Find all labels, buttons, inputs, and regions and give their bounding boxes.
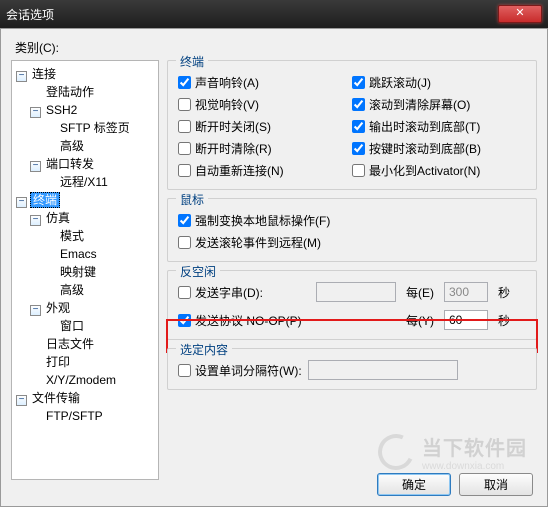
tree-toggle-icon[interactable]: − (30, 161, 41, 172)
checkbox-send-string[interactable]: 发送字串(D): (178, 281, 310, 303)
group-terminal-legend: 终端 (176, 53, 208, 70)
cancel-button[interactable]: 取消 (459, 473, 533, 496)
checkbox-clear-on-disconnect[interactable]: 断开时清除(R) (178, 137, 352, 159)
checkbox-sound-bell[interactable]: 声音响铃(A) (178, 71, 352, 93)
tree-node-file-transfer[interactable]: 文件传输 (30, 391, 82, 405)
tree-node-emacs[interactable]: Emacs (58, 247, 99, 261)
tree-toggle-icon[interactable]: − (30, 305, 41, 316)
window-title: 会话选项 (6, 6, 54, 23)
checkbox-auto-reconnect[interactable]: 自动重新连接(N) (178, 159, 352, 181)
tree-node-emulation[interactable]: 仿真 (44, 211, 72, 225)
group-mouse: 鼠标 强制变换本地鼠标操作(F) 发送滚轮事件到远程(M) (167, 198, 537, 262)
tree-node-ssh2[interactable]: SSH2 (44, 103, 79, 117)
label-every-e: 每(E) (406, 284, 434, 301)
group-selection: 选定内容 设置单词分隔符(W): (167, 348, 537, 390)
tree-node-keymap[interactable]: 映射键 (58, 265, 98, 279)
group-selection-legend: 选定内容 (176, 341, 232, 358)
tree-node-appearance[interactable]: 外观 (44, 301, 72, 315)
word-delim-input[interactable] (308, 360, 458, 380)
label-every-y: 每(Y) (406, 312, 434, 329)
group-anti-idle: 反空闲 发送字串(D): 每(E) 秒 发送协议 NO-OP(P) 每(Y) 秒 (167, 270, 537, 340)
checkbox-scroll-bottom-output[interactable]: 输出时滚动到底部(T) (352, 115, 526, 137)
close-icon: ✕ (515, 7, 524, 19)
tree-node-advanced[interactable]: 高级 (58, 283, 86, 297)
tree-node-port-forward[interactable]: 端口转发 (44, 157, 96, 171)
checkbox-send-noop[interactable]: 发送协议 NO-OP(P) (178, 309, 328, 331)
ok-button[interactable]: 确定 (377, 473, 451, 496)
group-mouse-legend: 鼠标 (176, 191, 208, 208)
checkbox-close-on-disconnect[interactable]: 断开时关闭(S) (178, 115, 352, 137)
tree-toggle-icon[interactable]: − (16, 197, 27, 208)
label-seconds: 秒 (498, 284, 510, 301)
checkbox-scroll-bottom-keypress[interactable]: 按键时滚动到底部(B) (352, 137, 526, 159)
tree-toggle-icon[interactable]: − (30, 215, 41, 226)
tree-node-ssh2-advanced[interactable]: 高级 (58, 139, 86, 153)
tree-toggle-icon[interactable]: − (30, 107, 41, 118)
group-anti-idle-legend: 反空闲 (176, 263, 220, 280)
tree-node-xy-zmodem[interactable]: X/Y/Zmodem (44, 373, 118, 387)
tree-node-connection[interactable]: 连接 (30, 67, 58, 81)
checkbox-clear-on-scroll[interactable]: 滚动到清除屏幕(O) (352, 93, 526, 115)
tree-node-printing[interactable]: 打印 (44, 355, 72, 369)
category-tree[interactable]: −连接 登陆动作 −SSH2 SFTP 标签页 高级 −端口转发 远程/X11 (11, 60, 159, 480)
checkbox-visual-bell[interactable]: 视觉响铃(V) (178, 93, 352, 115)
group-terminal: 终端 声音响铃(A) 视觉响铃(V) 断开时关闭(S) 断开时清除(R) 自动重… (167, 60, 537, 190)
tree-toggle-icon[interactable]: − (16, 71, 27, 82)
checkbox-minimize-activator[interactable]: 最小化到Activator(N) (352, 159, 526, 181)
tree-node-sftp-tab[interactable]: SFTP 标签页 (58, 121, 132, 135)
tree-node-login-action[interactable]: 登陆动作 (44, 85, 96, 99)
category-label: 类别(C): (15, 39, 537, 56)
noop-interval-input[interactable] (444, 310, 488, 330)
checkbox-word-delim[interactable]: 设置单词分隔符(W): (178, 359, 302, 381)
close-button[interactable]: ✕ (498, 5, 542, 23)
label-seconds: 秒 (498, 312, 510, 329)
tree-node-window[interactable]: 窗口 (58, 319, 86, 333)
tree-node-logfile[interactable]: 日志文件 (44, 337, 96, 351)
tree-toggle-icon[interactable]: − (16, 395, 27, 406)
tree-node-terminal[interactable]: 终端 (30, 192, 60, 208)
checkbox-jump-scroll[interactable]: 跳跃滚动(J) (352, 71, 526, 93)
send-string-input[interactable] (316, 282, 396, 302)
tree-node-ftp-sftp[interactable]: FTP/SFTP (44, 409, 105, 423)
tree-node-mode[interactable]: 模式 (58, 229, 86, 243)
tree-node-remote-x11[interactable]: 远程/X11 (58, 175, 110, 189)
checkbox-send-wheel-remote[interactable]: 发送滚轮事件到远程(M) (178, 231, 526, 253)
string-interval-input[interactable] (444, 282, 488, 302)
checkbox-force-local-mouse[interactable]: 强制变换本地鼠标操作(F) (178, 209, 526, 231)
